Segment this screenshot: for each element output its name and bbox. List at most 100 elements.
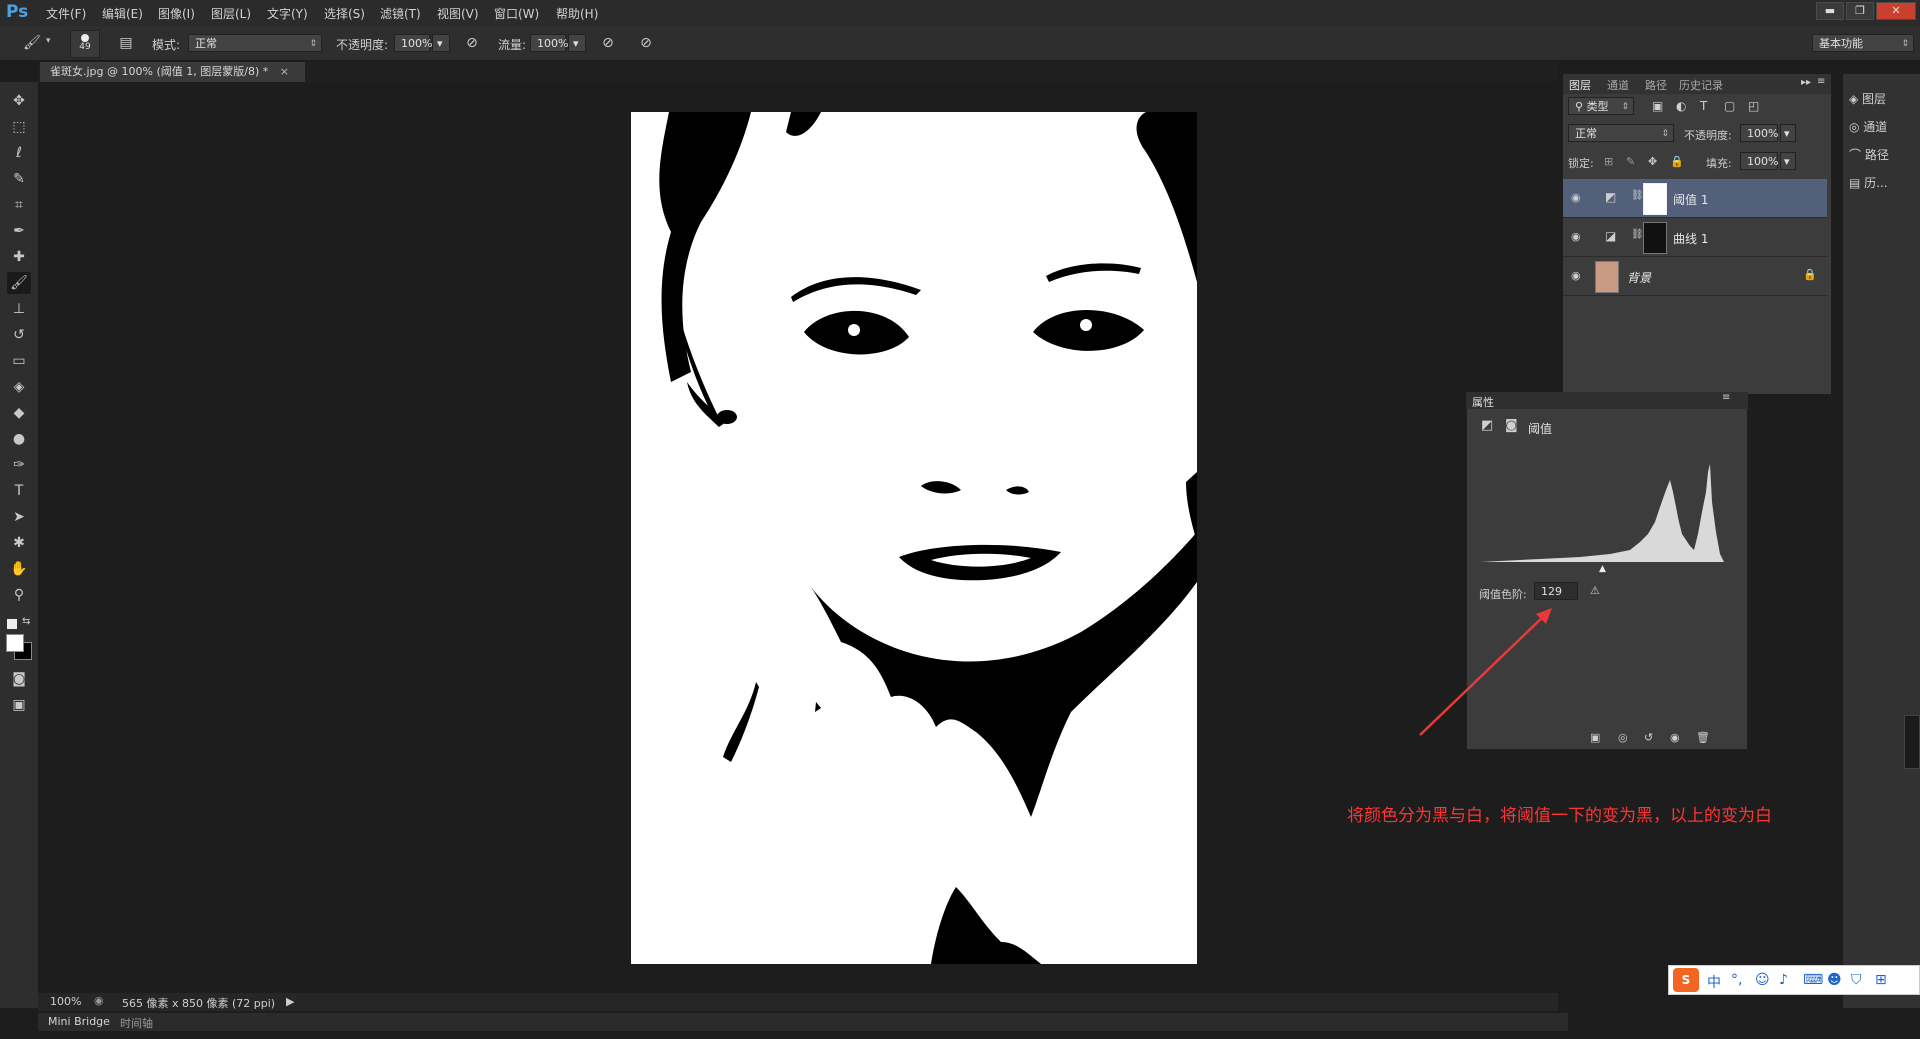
brush-tool-preset-icon[interactable]: 🖌 [22, 33, 42, 53]
visibility-eye-icon[interactable]: ◉ [1571, 191, 1581, 204]
foreground-color-swatch[interactable] [6, 634, 24, 652]
pen-tool-icon[interactable]: ✑ [7, 454, 31, 476]
clone-stamp-tool-icon[interactable]: ⊥ [7, 298, 31, 320]
visibility-eye-icon[interactable]: ◉ [1571, 269, 1581, 282]
tab-paths[interactable]: 路径 [1645, 77, 1667, 93]
default-colors-icon[interactable] [6, 618, 18, 630]
eraser-tool-icon[interactable]: ▭ [7, 350, 31, 372]
move-tool-icon[interactable]: ✥ [7, 90, 31, 112]
clip-to-layer-icon[interactable]: ▣ [1590, 731, 1600, 744]
dropdown-arrow-icon[interactable]: ▾ [46, 36, 51, 46]
crop-tool-icon[interactable]: ⌗ [7, 194, 31, 216]
calculate-histogram-icon[interactable]: ⚠ [1590, 584, 1600, 597]
lock-pixels-icon[interactable]: ✎ [1626, 155, 1635, 168]
menu-select[interactable]: 选择(S) [324, 5, 365, 22]
hand-tool-icon[interactable]: ✋ [7, 558, 31, 580]
brush-size-picker[interactable]: 49 [70, 30, 100, 58]
chinese-mode-toggle[interactable]: 中 [1707, 972, 1721, 992]
link-icon[interactable]: ⛓ [1631, 229, 1644, 240]
dock-layers[interactable]: ◈ 图层 [1849, 90, 1886, 107]
tools-icon[interactable]: ⊞ [1875, 972, 1887, 988]
layer-thumbnail[interactable] [1595, 261, 1619, 293]
layer-name[interactable]: 背景 [1627, 269, 1651, 286]
pressure-opacity-icon[interactable]: ⊘ [462, 33, 482, 53]
close-tab-icon[interactable]: × [280, 65, 289, 78]
brush-panel-icon[interactable]: ▤ [116, 33, 136, 53]
dodge-tool-icon[interactable]: ● [7, 428, 31, 450]
layer-row-background[interactable]: ◉ 背景 🔒 [1563, 257, 1827, 296]
threshold-slider-handle[interactable]: ▲ [1599, 564, 1606, 574]
document-tab[interactable]: 雀斑女.jpg @ 100% (阈值 1, 图层蒙版/8) * × [40, 62, 305, 82]
tab-history[interactable]: 历史记录 [1679, 77, 1723, 93]
layer-opacity-field[interactable]: 100% [1740, 124, 1778, 142]
filter-pixel-icon[interactable]: ▣ [1652, 99, 1663, 113]
mask-icon[interactable]: ◙ [1505, 418, 1518, 433]
filter-shape-icon[interactable]: ▢ [1724, 99, 1735, 113]
brush-tool-icon[interactable]: 🖌 [7, 272, 31, 294]
tab-layers[interactable]: 图层 [1569, 77, 1591, 93]
lock-transparency-icon[interactable]: ⊞ [1604, 155, 1613, 168]
layer-row-curves[interactable]: ◉ ◪ ⛓ 曲线 1 [1563, 218, 1827, 257]
airbrush-icon[interactable]: ⊘ [598, 33, 618, 53]
tab-timeline[interactable]: 时间轴 [120, 1015, 153, 1031]
dock-paths[interactable]: ⌒ 路径 [1849, 146, 1889, 163]
menu-filter[interactable]: 滤镜(T) [380, 5, 421, 22]
lock-all-icon[interactable]: 🔒 [1670, 155, 1684, 168]
fill-field[interactable]: 100% [1740, 152, 1778, 170]
filter-adjustment-icon[interactable]: ◐ [1676, 99, 1686, 113]
healing-brush-tool-icon[interactable]: ✚ [7, 246, 31, 268]
emoji-icon[interactable]: ☺ [1755, 972, 1770, 988]
lasso-tool-icon[interactable]: ℓ [7, 142, 31, 164]
quick-mask-icon[interactable]: ◙ [7, 668, 31, 690]
keyboard-icon[interactable]: ⌨ [1803, 972, 1823, 988]
history-brush-tool-icon[interactable]: ↺ [7, 324, 31, 346]
blur-tool-icon[interactable]: ◆ [7, 402, 31, 424]
paint-bucket-tool-icon[interactable]: ◈ [7, 376, 31, 398]
quick-select-tool-icon[interactable]: ✎ [7, 168, 31, 190]
menu-window[interactable]: 窗口(W) [494, 5, 539, 22]
layer-mask-thumbnail[interactable] [1643, 222, 1667, 254]
delete-icon[interactable]: 🗑 [1696, 731, 1710, 744]
opacity-dropdown-button[interactable]: ▾ [432, 34, 450, 52]
link-icon[interactable]: ⛓ [1631, 190, 1644, 201]
threshold-level-input[interactable]: 129 [1534, 582, 1578, 600]
reset-icon[interactable]: ↺ [1644, 731, 1653, 744]
fill-dropdown-button[interactable]: ▾ [1780, 152, 1796, 170]
menu-type[interactable]: 文字(Y) [267, 5, 308, 22]
layer-row-threshold[interactable]: ◉ ◩ ⛓ 阈值 1 [1563, 179, 1827, 218]
opacity-field[interactable]: 100% [394, 34, 432, 52]
layer-name[interactable]: 阈值 1 [1673, 191, 1708, 208]
menu-view[interactable]: 视图(V) [437, 5, 479, 22]
menu-layer[interactable]: 图层(L) [211, 5, 251, 22]
status-info-icon[interactable]: ◉ [94, 994, 104, 1007]
document-canvas[interactable] [631, 112, 1197, 964]
dock-history[interactable]: ▤ 历... [1849, 174, 1888, 191]
layer-kind-filter[interactable]: ⚲ 类型 ⇕ [1568, 97, 1634, 115]
filter-smart-object-icon[interactable]: ◰ [1748, 99, 1759, 113]
layer-name[interactable]: 曲线 1 [1673, 230, 1708, 247]
panel-menu-icon[interactable]: ≡ [1722, 392, 1730, 403]
tab-mini-bridge[interactable]: Mini Bridge [48, 1015, 110, 1028]
shape-tool-icon[interactable]: ✱ [7, 532, 31, 554]
panel-menu-icon[interactable]: ≡ [1817, 76, 1825, 87]
visibility-eye-icon[interactable]: ◉ [1571, 230, 1581, 243]
tab-channels[interactable]: 通道 [1607, 77, 1629, 93]
menu-file[interactable]: 文件(F) [46, 5, 86, 22]
dock-channels[interactable]: ◎ 通道 [1849, 118, 1887, 135]
menu-help[interactable]: 帮助(H) [556, 5, 598, 22]
screen-mode-icon[interactable]: ▣ [7, 694, 31, 716]
properties-title[interactable]: 属性 [1472, 394, 1494, 410]
blend-mode-select[interactable]: 正常 ⇕ [1568, 124, 1674, 142]
flow-field[interactable]: 100% [530, 34, 568, 52]
zoom-tool-icon[interactable]: ⚲ [7, 584, 31, 606]
punctuation-icon[interactable]: °, [1731, 972, 1742, 988]
layer-opacity-dropdown-button[interactable]: ▾ [1780, 124, 1796, 142]
toggle-visibility-icon[interactable]: ◉ [1670, 731, 1680, 744]
minimize-button[interactable]: ▬ [1816, 2, 1844, 20]
zoom-level[interactable]: 100% [50, 995, 81, 1008]
filter-type-icon[interactable]: T [1700, 99, 1707, 113]
view-previous-state-icon[interactable]: ◎ [1618, 731, 1628, 744]
path-select-tool-icon[interactable]: ➤ [7, 506, 31, 528]
flow-dropdown-button[interactable]: ▾ [568, 34, 586, 52]
pressure-size-icon[interactable]: ⊘ [636, 33, 656, 53]
